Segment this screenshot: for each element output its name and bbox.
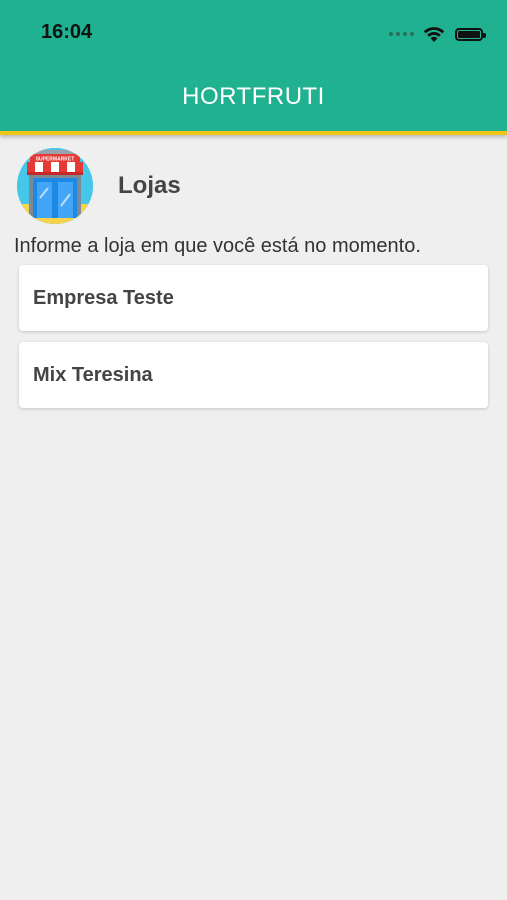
instruction-text: Informe a loja em que você está no momen… [14, 235, 421, 257]
store-name: Mix Teresina [33, 363, 153, 386]
app-bar: 16:04 HORTFRUTI [0, 0, 507, 135]
stores-header: SUPERMARKET Lojas [17, 148, 181, 224]
status-time: 16:04 [41, 21, 93, 43]
app-title: HORTFRUTI [182, 83, 325, 110]
status-icons [389, 24, 486, 44]
wifi-icon [423, 27, 445, 42]
store-card-mix-teresina[interactable]: Mix Teresina [19, 342, 488, 408]
store-card-empresa-teste[interactable]: Empresa Teste [19, 265, 488, 331]
supermarket-sign-text: SUPERMARKET [36, 157, 75, 163]
cellular-signal-icon [389, 32, 414, 36]
section-title: Lojas [118, 172, 181, 199]
store-name: Empresa Teste [33, 286, 174, 309]
battery-icon [455, 27, 486, 41]
store-list: Empresa Teste Mix Teresina [19, 265, 488, 419]
supermarket-icon: SUPERMARKET [17, 148, 93, 224]
